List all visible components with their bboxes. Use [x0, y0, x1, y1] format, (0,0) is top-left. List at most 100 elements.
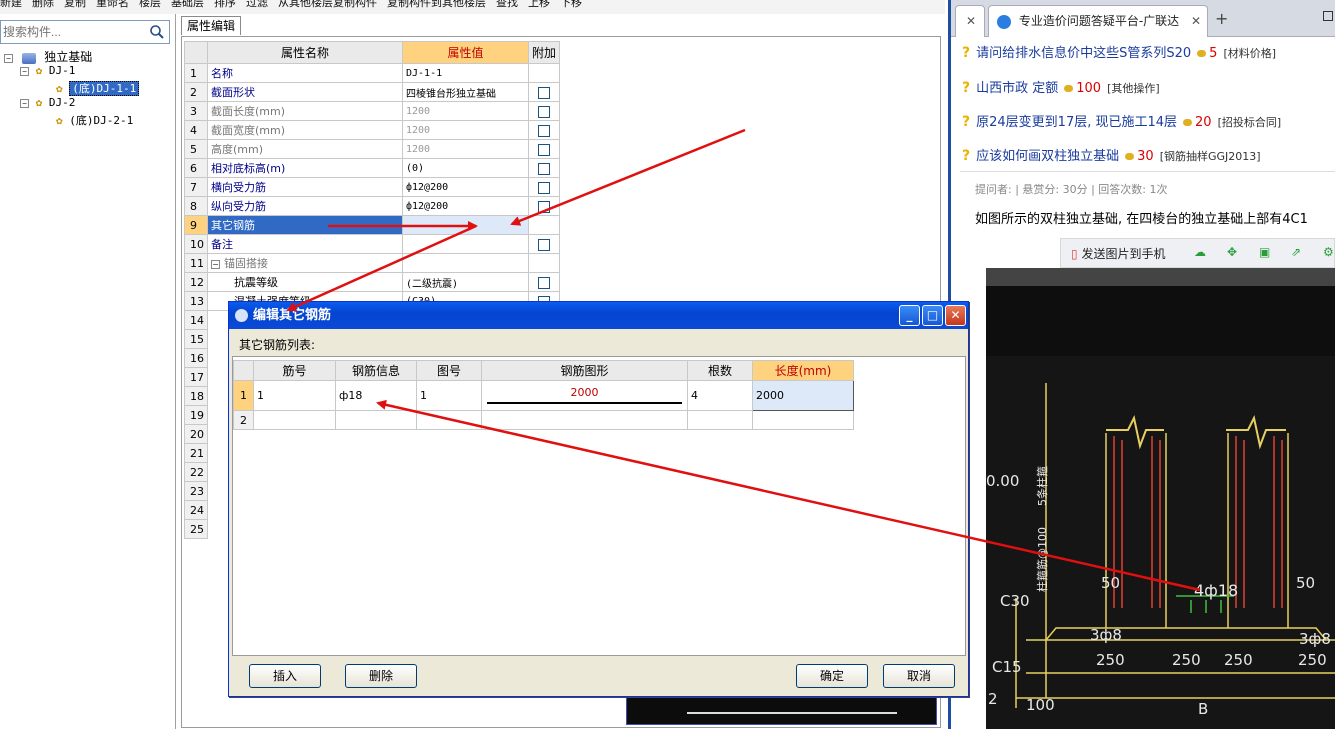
close-icon[interactable]: ✕ — [966, 14, 976, 28]
property-value[interactable]: 1200 — [402, 120, 529, 140]
property-row[interactable]: 5 高度(mm) 1200 — [184, 139, 561, 159]
property-extra[interactable] — [527, 272, 561, 292]
property-value[interactable]: ф12@200 — [402, 196, 529, 216]
length-cell[interactable]: 2000 — [752, 380, 854, 411]
property-row[interactable]: 6 相对底标高(m) (0) — [184, 158, 561, 178]
dialog-titlebar[interactable]: 编辑其它钢筋 _ □ ✕ — [229, 302, 968, 329]
delete-button[interactable]: 删除 — [345, 664, 417, 688]
tree-group[interactable]: − ✿ DJ-1 — [4, 64, 139, 80]
count-cell[interactable] — [687, 410, 753, 430]
question-item[interactable]: ? 原24层变更到17层, 现已施工14层 20 [招投标合同] — [962, 111, 1281, 130]
question-item[interactable]: ? 山西市政 定额 100 [其他操作] — [962, 77, 1160, 96]
extra-checkbox[interactable] — [538, 105, 550, 118]
property-row[interactable]: 2 截面形状 四棱锥台形独立基础 — [184, 82, 561, 102]
bar-shape-cell[interactable]: 2000 — [481, 380, 688, 411]
property-value[interactable]: ф12@200 — [402, 177, 529, 197]
property-extra[interactable] — [527, 234, 561, 254]
minimize-icon[interactable]: _ — [899, 305, 920, 326]
property-row[interactable]: 4 截面宽度(mm) 1200 — [184, 120, 561, 140]
collapse-icon[interactable]: − — [20, 67, 29, 76]
extra-checkbox[interactable] — [538, 162, 550, 175]
property-row[interactable]: 7 横向受力筋 ф12@200 — [184, 177, 561, 197]
toolbar-item[interactable]: 下移 — [560, 0, 582, 8]
tab-property-edit[interactable]: 属性编辑 — [181, 16, 241, 35]
extra-checkbox[interactable] — [538, 181, 550, 194]
tree-root[interactable]: − 独立基础 — [4, 48, 139, 64]
share-icon[interactable]: ⇗ — [1291, 245, 1301, 259]
bar-shape-cell[interactable] — [481, 410, 688, 430]
property-value[interactable] — [402, 215, 529, 235]
toolbar-item[interactable]: 上移 — [528, 0, 550, 8]
bar-info-cell[interactable]: ф18 — [335, 380, 417, 411]
restore-icon[interactable] — [1323, 11, 1333, 21]
search-icon[interactable] — [149, 24, 165, 40]
property-extra[interactable] — [527, 120, 561, 140]
close-icon[interactable]: ✕ — [945, 305, 966, 326]
property-extra[interactable] — [527, 63, 561, 83]
property-extra[interactable] — [527, 177, 561, 197]
rebar-row[interactable]: 2 — [233, 410, 854, 430]
property-row[interactable]: 10 备注 — [184, 234, 561, 254]
fig-no-cell[interactable]: 1 — [416, 380, 482, 411]
extra-checkbox[interactable] — [538, 200, 550, 213]
toolbar-item[interactable]: 排序 — [214, 0, 236, 8]
property-extra[interactable] — [527, 215, 561, 235]
toolbar-item[interactable]: 复制 — [64, 0, 86, 8]
toolbar-item[interactable]: 删除 — [32, 0, 54, 8]
fig-no-cell[interactable] — [416, 410, 482, 430]
tab-active[interactable]: 专业造价问题答疑平台-广联达 ✕ — [988, 5, 1208, 37]
collapse-icon[interactable]: − — [4, 54, 13, 63]
property-extra[interactable] — [527, 253, 561, 273]
cancel-button[interactable]: 取消 — [883, 664, 955, 688]
toolbar-item[interactable]: 复制构件到其他楼层 — [387, 0, 486, 8]
toolbar-item[interactable]: 基础层 — [171, 0, 204, 8]
question-title[interactable]: 山西市政 定额 — [976, 81, 1058, 96]
toolbar-item[interactable]: 过滤 — [246, 0, 268, 8]
property-value[interactable]: 1200 — [402, 101, 529, 121]
count-cell[interactable]: 4 — [687, 380, 753, 411]
tree-item[interactable]: ✿ (底)DJ-2-1 — [4, 112, 139, 128]
fullscreen-icon[interactable]: ✥ — [1227, 245, 1237, 259]
length-cell[interactable] — [752, 410, 854, 430]
property-row[interactable]: 3 截面长度(mm) 1200 — [184, 101, 561, 121]
question-title[interactable]: 原24层变更到17层, 现已施工14层 — [976, 115, 1177, 130]
bar-info-cell[interactable] — [335, 410, 417, 430]
question-photo[interactable]: 0.00 5条柱箍 柱箍筋@100 50 50 4ф18 C30 3ф8 3ф8… — [986, 268, 1335, 729]
bar-no-cell[interactable]: 1 — [253, 380, 336, 411]
rebar-row[interactable]: 1 1 ф18 1 2000 4 2000 — [233, 380, 854, 411]
tab-previous[interactable]: ✕ — [955, 5, 985, 37]
property-extra[interactable] — [527, 158, 561, 178]
bar-no-cell[interactable] — [253, 410, 336, 430]
property-extra[interactable] — [527, 82, 561, 102]
extra-checkbox[interactable] — [538, 143, 550, 156]
property-row[interactable]: 1 名称 DJ-1-1 — [184, 63, 561, 83]
maximize-icon[interactable]: □ — [922, 305, 943, 326]
property-value[interactable]: (0) — [402, 158, 529, 178]
collapse-icon[interactable]: − — [211, 260, 220, 269]
toolbar-item[interactable]: 重命名 — [96, 0, 129, 8]
save-icon[interactable]: ▣ — [1259, 245, 1270, 259]
toolbar-item[interactable]: 查找 — [496, 0, 518, 8]
toolbar-item[interactable]: 楼层 — [139, 0, 161, 8]
question-item[interactable]: ? 应该如何画双柱独立基础 30 [钢筋抽样GGJ2013] — [962, 145, 1261, 164]
new-tab-icon[interactable]: + — [1215, 9, 1228, 28]
extra-checkbox[interactable] — [538, 276, 550, 289]
extra-checkbox[interactable] — [538, 124, 550, 137]
property-value[interactable]: 1200 — [402, 139, 529, 159]
tree-item[interactable]: ✿ (底)DJ-1-1 — [4, 80, 140, 96]
question-title[interactable]: 请问给排水信息价中这些S管系列S20 — [976, 46, 1191, 61]
settings-icon[interactable]: ⚙ — [1323, 245, 1334, 259]
property-row[interactable]: 11− 锚固搭接 — [184, 253, 561, 273]
cloud-icon[interactable]: ☁ — [1194, 245, 1206, 259]
question-title[interactable]: 应该如何画双柱独立基础 — [976, 149, 1119, 164]
send-to-phone-button[interactable]: ▯ 发送图片到手机 — [1071, 245, 1165, 262]
extra-checkbox[interactable] — [538, 86, 550, 99]
property-value[interactable]: (二级抗震) — [402, 272, 529, 292]
property-value[interactable]: 四棱锥台形独立基础 — [402, 82, 529, 102]
property-row[interactable]: 8 纵向受力筋 ф12@200 — [184, 196, 561, 216]
toolbar-item[interactable]: 从其他楼层复制构件 — [278, 0, 377, 8]
property-row[interactable]: 12 抗震等级 (二级抗震) — [184, 272, 561, 292]
collapse-icon[interactable]: − — [20, 99, 29, 108]
property-extra[interactable] — [527, 139, 561, 159]
tree-group[interactable]: − ✿ DJ-2 — [4, 96, 139, 112]
